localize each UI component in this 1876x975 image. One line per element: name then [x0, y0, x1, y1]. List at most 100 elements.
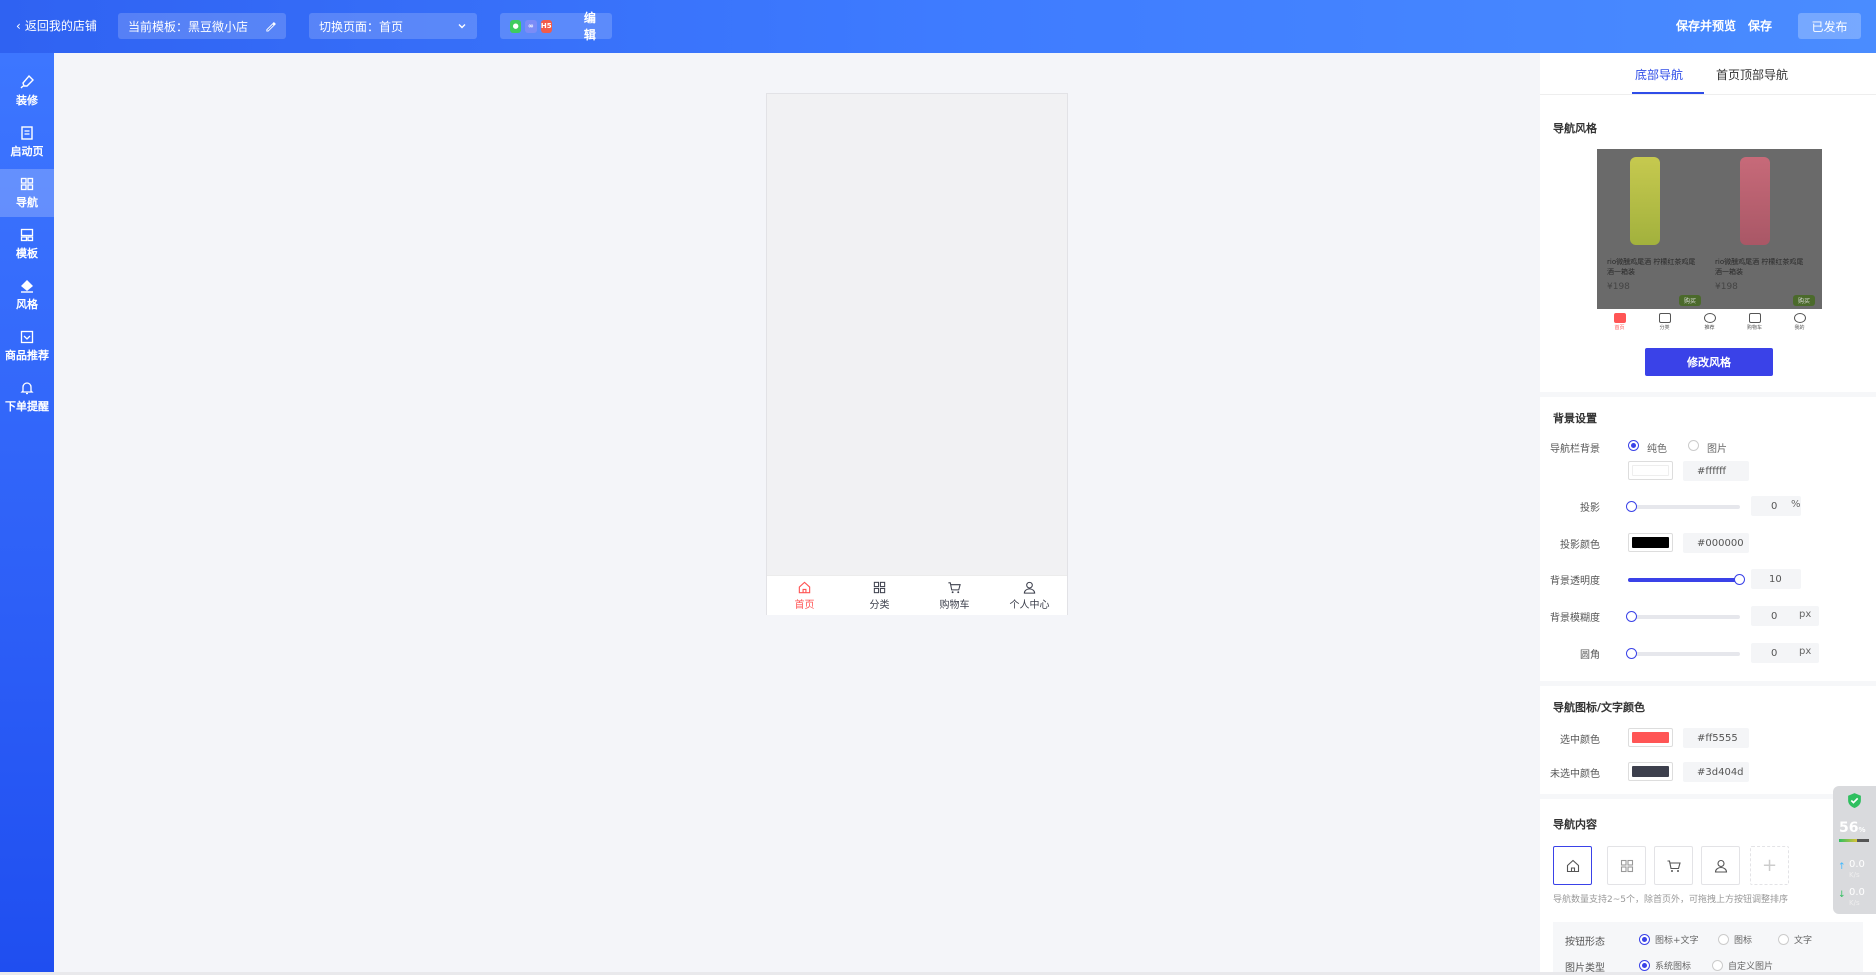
paint-bucket-icon — [21, 280, 33, 293]
buy-badge-1: 购买 — [1679, 295, 1701, 306]
form-icon-text-radio[interactable] — [1639, 934, 1650, 945]
template-label: 当前模板：黑豆微小店 — [128, 19, 249, 34]
grid-icon — [20, 177, 34, 191]
product-price-1: ¥198 — [1607, 282, 1630, 292]
memory-percent: 56% — [1839, 820, 1866, 836]
published-button[interactable]: 已发布 — [1798, 13, 1861, 39]
network-monitor-widget[interactable]: 56% ↑ 0.0 K/s ↓ 0.0 K/s — [1833, 786, 1876, 914]
top-bar: ‹ 返回我的店铺 当前模板：黑豆微小店 切换页面：首页 ● ∞ H5 编辑 保存… — [0, 0, 1876, 53]
radius-slider[interactable] — [1626, 648, 1740, 659]
bg-image-radio[interactable] — [1688, 440, 1699, 451]
preview-tab-label: 分类 — [1659, 325, 1670, 331]
download-speed: 0.0 K/s — [1849, 888, 1865, 908]
sidebar-item-style[interactable]: 风格 — [0, 271, 54, 319]
form-icon-radio[interactable] — [1718, 934, 1729, 945]
tab-bottom-nav[interactable]: 底部导航 — [1635, 66, 1683, 83]
preview-tab-label: 推荐 — [1704, 325, 1715, 331]
bg-solid-radio[interactable] — [1628, 440, 1639, 451]
unselected-color-swatch[interactable] — [1628, 762, 1673, 781]
section-divider — [1540, 681, 1876, 686]
radius-label: 圆角 — [1580, 650, 1600, 661]
share-channel-box[interactable]: ● ∞ H5 编辑 — [500, 11, 612, 42]
sidebar-item-label: 风格 — [16, 298, 38, 311]
share-edit-button[interactable]: 编辑 — [584, 9, 602, 43]
phone-tab-cart[interactable]: 购物车 — [917, 576, 992, 615]
upload-speed-value: 0.0 — [1849, 859, 1865, 870]
phone-preview[interactable] — [766, 93, 1068, 615]
sidebar-item-recommend[interactable]: 商品推荐 — [0, 322, 54, 370]
sidebar-item-decorate[interactable]: 装修 — [0, 67, 54, 115]
sidebar-item-label: 启动页 — [10, 145, 44, 158]
pencil-icon[interactable] — [265, 21, 276, 32]
user-icon — [1714, 859, 1727, 873]
speed-unit: K/s — [1849, 871, 1860, 879]
phone-tab-label: 分类 — [869, 600, 890, 611]
bg-color-swatch[interactable] — [1628, 461, 1673, 480]
sidebar-item-navigation[interactable]: 导航 — [0, 169, 54, 217]
left-sidebar: 装修 启动页 导航 模板 风格 商品推荐 下单提醒 — [0, 53, 54, 975]
back-to-store-link[interactable]: ‹ 返回我的店铺 — [16, 17, 97, 34]
opacity-value-input[interactable]: 10 — [1751, 569, 1801, 589]
sidebar-item-template[interactable]: 模板 — [0, 220, 54, 268]
sidebar-item-order-reminder[interactable]: 下单提醒 — [0, 373, 54, 421]
panel-tabs: 底部导航 首页顶部导航 — [1540, 53, 1876, 95]
tab-top-nav[interactable]: 首页顶部导航 — [1716, 66, 1788, 83]
preview-tab-label: 我的 — [1794, 325, 1805, 331]
slider-handle[interactable] — [1626, 501, 1637, 512]
product-image-2 — [1740, 157, 1770, 245]
smile-icon — [1793, 313, 1806, 323]
preview-tab-label: 购物车 — [1746, 325, 1762, 331]
nav-style-preview-bar: 首页 分类 推荐 购物车 我的 — [1597, 309, 1822, 335]
phone-tab-profile[interactable]: 个人中心 — [992, 576, 1067, 615]
bell-icon — [20, 382, 34, 395]
switch-page-label: 切换页面：首页 — [319, 19, 404, 34]
slider-handle[interactable] — [1626, 648, 1637, 659]
button-form-label: 按钮形态 — [1565, 937, 1605, 948]
nav-item-category[interactable] — [1607, 846, 1646, 885]
phone-tab-category[interactable]: 分类 — [842, 576, 917, 615]
shadow-color-label: 投影颜色 — [1560, 540, 1600, 551]
image-system-radio[interactable] — [1639, 960, 1650, 971]
add-nav-item-button[interactable]: + — [1750, 846, 1789, 885]
sidebar-item-label: 装修 — [16, 94, 38, 107]
modify-style-button[interactable]: 修改风格 — [1645, 348, 1773, 376]
phone-bottom-nav[interactable]: 首页 分类 购物车 个人中心 — [767, 575, 1067, 615]
nav-button-options: 按钮形态 图标+文字 图标 文字 图片类型 系统图标 自定义图片 — [1553, 922, 1863, 975]
phone-tab-home[interactable]: 首页 — [767, 576, 842, 615]
product-name-2: rio微醺鸡尾酒 柠檬红茶鸡尾酒一箱装 — [1715, 258, 1804, 276]
recommend-icon — [20, 330, 34, 344]
shadow-unit: % — [1791, 499, 1801, 510]
sidebar-item-label: 导航 — [16, 196, 38, 209]
unselected-color-hex[interactable]: #3d404d — [1683, 762, 1749, 782]
nav-item-profile[interactable] — [1701, 846, 1740, 885]
selected-color-swatch[interactable] — [1628, 728, 1673, 747]
selected-color-label: 选中颜色 — [1560, 735, 1600, 746]
nav-item-cart[interactable] — [1654, 846, 1693, 885]
bg-image-label: 图片 — [1707, 444, 1727, 455]
save-button[interactable]: 保存 — [1748, 17, 1772, 34]
image-custom-radio[interactable] — [1712, 960, 1723, 971]
back-label: 返回我的店铺 — [24, 19, 97, 33]
slider-handle[interactable] — [1626, 611, 1637, 622]
sidebar-item-label: 商品推荐 — [5, 349, 49, 362]
upload-speed: 0.0 K/s — [1849, 860, 1865, 880]
shadow-color-hex[interactable]: #000000 — [1683, 533, 1749, 553]
chevron-left-icon: ‹ — [16, 18, 21, 33]
form-text-radio[interactable] — [1778, 934, 1789, 945]
slider-handle[interactable] — [1734, 574, 1745, 585]
shadow-color-swatch[interactable] — [1628, 533, 1673, 552]
shadow-slider[interactable] — [1626, 501, 1740, 512]
chevron-down-icon — [458, 24, 466, 29]
bg-color-hex[interactable]: #ffffff — [1683, 461, 1749, 481]
opacity-slider[interactable] — [1628, 574, 1745, 585]
blur-slider[interactable] — [1626, 611, 1740, 622]
save-and-preview-button[interactable]: 保存并预览 — [1676, 17, 1736, 34]
form-icon-label: 图标 — [1734, 936, 1753, 946]
user-icon — [1023, 581, 1036, 594]
current-template-box[interactable]: 当前模板：黑豆微小店 — [118, 13, 286, 39]
nav-item-home[interactable] — [1553, 846, 1592, 885]
image-system-label: 系统图标 — [1655, 962, 1692, 972]
selected-color-hex[interactable]: #ff5555 — [1683, 728, 1749, 748]
sidebar-item-launch-page[interactable]: 启动页 — [0, 118, 54, 166]
switch-page-dropdown[interactable]: 切换页面：首页 — [309, 13, 477, 39]
